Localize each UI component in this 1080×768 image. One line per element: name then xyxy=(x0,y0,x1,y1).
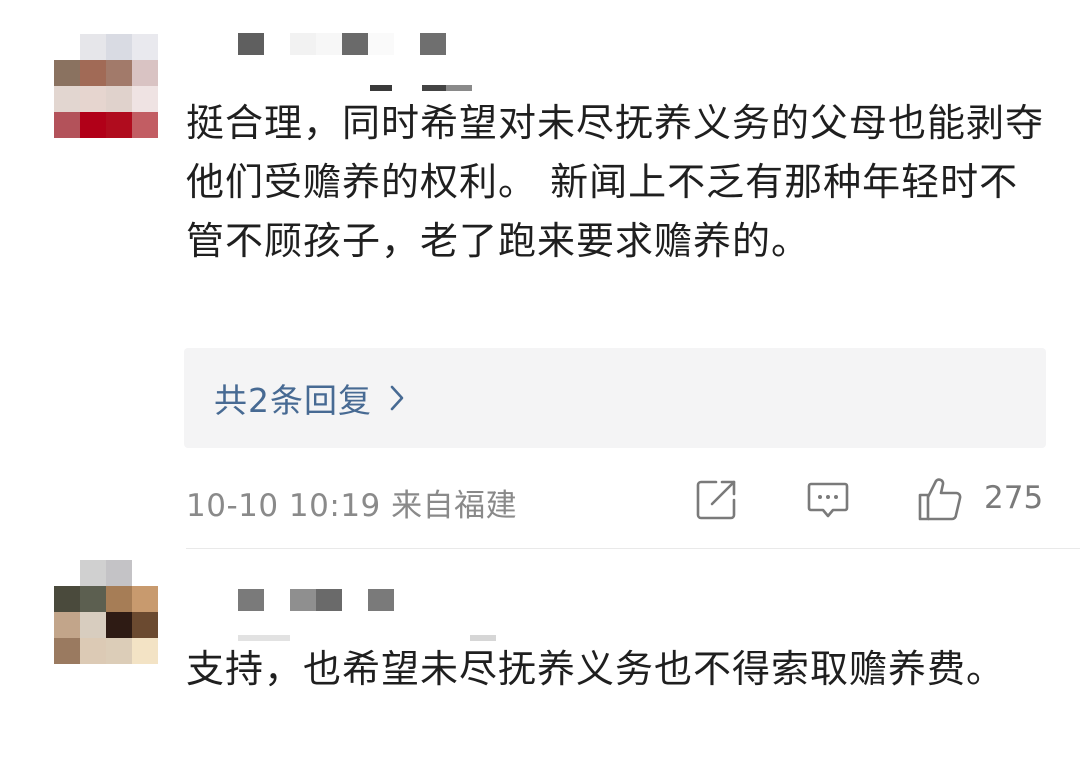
user-badge-pixelated xyxy=(370,85,472,91)
thumbs-up-icon[interactable] xyxy=(916,475,964,523)
comment-meta-row: 10-10 10:19 来自福建 275 xyxy=(186,470,1046,530)
replies-count-label: 共2条回复 xyxy=(214,381,372,420)
avatar[interactable] xyxy=(54,560,158,664)
timestamp-location: 10-10 10:19 来自福建 xyxy=(186,488,518,524)
replies-link[interactable]: 共2条回复 xyxy=(184,348,1046,448)
username-pixelated[interactable] xyxy=(238,33,446,55)
share-edit-icon[interactable] xyxy=(694,478,738,522)
comment-bubble-icon[interactable] xyxy=(806,478,850,522)
comment-item: 挺合理，同时希望对未尽抚养义务的父母也能剥夺他们受赡养的权利。 新闻上不乏有那种… xyxy=(0,0,1080,548)
chevron-right-icon xyxy=(390,385,404,411)
avatar[interactable] xyxy=(54,34,158,138)
comment-item: 支持，也希望未尽抚养义务也不得索取赡养费。 xyxy=(0,549,1080,768)
like-count[interactable]: 275 xyxy=(984,480,1043,516)
comment-text: 挺合理，同时希望对未尽抚养义务的父母也能剥夺他们受赡养的权利。 新闻上不乏有那种… xyxy=(186,101,1045,263)
comment-text: 支持，也希望未尽抚养义务也不得索取赡养费。 xyxy=(186,647,1006,691)
username-pixelated[interactable] xyxy=(238,589,394,611)
